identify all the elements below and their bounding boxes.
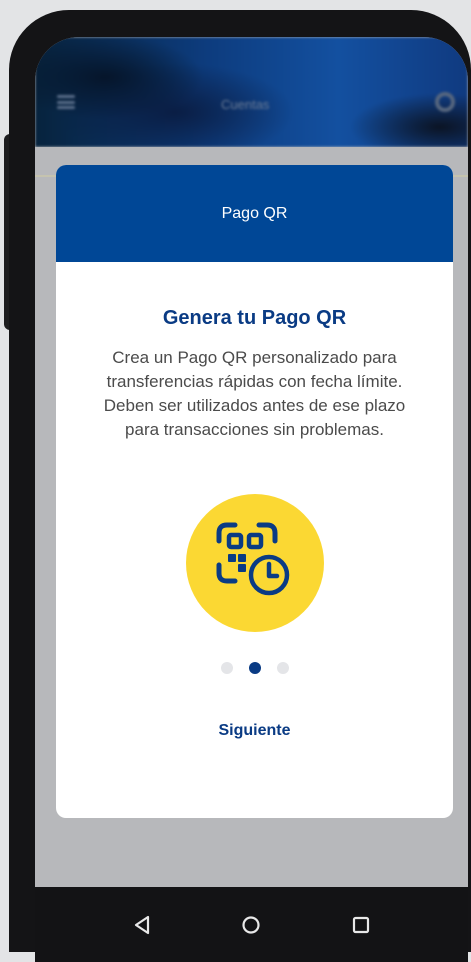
pagination-dot-active[interactable] <box>248 662 261 674</box>
back-icon[interactable] <box>130 913 154 937</box>
pagination-dot[interactable] <box>276 662 289 674</box>
menu-icon[interactable] <box>57 95 75 109</box>
next-button[interactable]: Siguiente <box>208 718 300 744</box>
modal-description: Crea un Pago QR personalizado para trans… <box>103 348 406 439</box>
app-header: Cuentas <box>35 37 468 147</box>
pagination-dot[interactable] <box>220 662 233 674</box>
recents-icon[interactable] <box>349 913 373 937</box>
modal-header-title: Pago QR <box>221 204 288 222</box>
pagination-dots <box>56 662 453 674</box>
app-header-title: Cuentas <box>221 97 270 112</box>
onboarding-modal: Pago QR Genera tu Pago QR Crea un Pago Q… <box>56 165 453 818</box>
settings-icon[interactable] <box>435 92 455 112</box>
qr-illustration <box>185 494 324 632</box>
modal-header: Pago QR <box>56 165 453 262</box>
system-nav-bar <box>35 887 468 962</box>
qr-clock-icon <box>216 522 289 596</box>
phone-screen: Cuentas Pago QR Genera tu Pago QR Crea u… <box>35 37 468 962</box>
modal-title: Genera tu Pago QR <box>162 307 347 329</box>
phone-frame: Cuentas Pago QR Genera tu Pago QR Crea u… <box>9 10 471 962</box>
home-icon[interactable] <box>239 913 263 937</box>
